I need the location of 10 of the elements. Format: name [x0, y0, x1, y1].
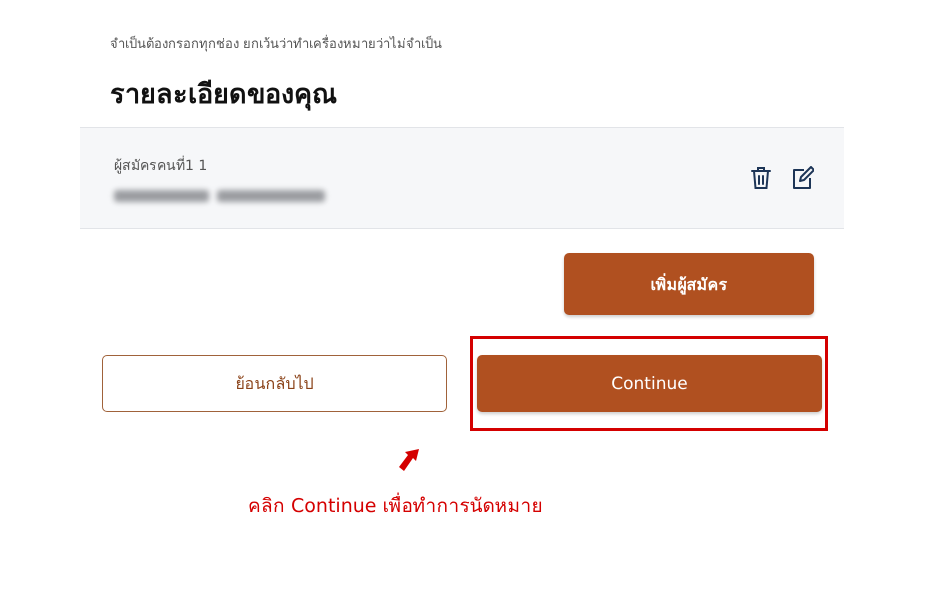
delete-icon[interactable] [750, 166, 772, 190]
section-heading: รายละเอียดของคุณ [110, 78, 338, 113]
continue-button[interactable]: Continue [477, 355, 822, 412]
annotation-caption: คลิก Continue เพื่อทำการนัดหมาย [248, 490, 929, 520]
add-applicant-button[interactable]: เพิ่มผู้สมัคร [564, 253, 814, 315]
edit-icon[interactable] [792, 166, 814, 190]
pointer-arrow-icon [399, 449, 419, 471]
applicant-label: ผู้สมัครคนที่1 1 [114, 154, 750, 176]
required-fields-notice: จำเป็นต้องกรอกทุกช่อง ยกเว้นว่าทำเครื่องหมายว่าไม่จำเป็น [110, 33, 844, 54]
back-button[interactable]: ย้อนกลับไป [102, 355, 447, 412]
